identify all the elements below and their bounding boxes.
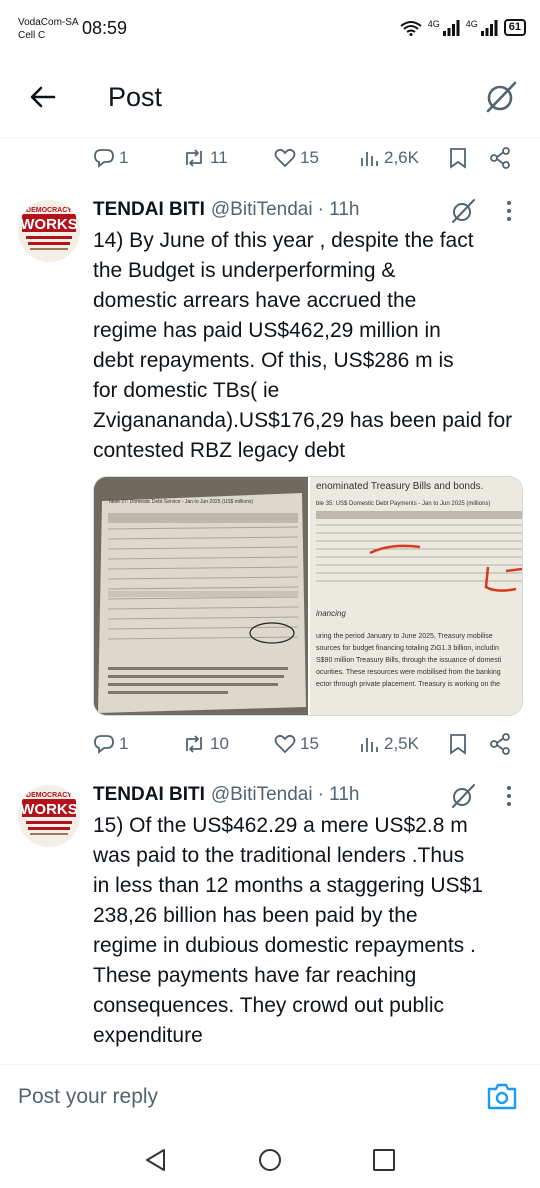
- media-photo-left[interactable]: Table 27: Domestic Debt Service - Jan to…: [94, 477, 308, 715]
- status-bar: VodaCom-SA Cell C 08:59 4G 4G 61: [0, 0, 540, 50]
- avatar[interactable]: DEMOCRACY WORKS: [18, 200, 80, 262]
- heart-icon: [274, 734, 296, 754]
- reply-icon: [94, 735, 114, 754]
- author-name[interactable]: TENDAI BITI: [93, 199, 205, 221]
- repost-icon: [186, 149, 202, 167]
- table-caption-right: ble 35: US$ Domestic Debt Payments - Jan…: [316, 501, 491, 507]
- view-count: 2,6K: [384, 148, 419, 167]
- camera-icon[interactable]: [486, 1081, 518, 1111]
- grok-icon[interactable]: [450, 198, 476, 224]
- reply-bar: Post your reply: [0, 1064, 540, 1132]
- tweet-header: TENDAI BITI @BitiTendai · 11h: [93, 781, 359, 809]
- network-type-1: 4G: [427, 19, 440, 29]
- tweet-text: 14) By June of this year , despite the f…: [93, 229, 513, 462]
- tweet-time: · 11h: [317, 199, 360, 220]
- tweet[interactable]: DEMOCRACY WORKS TENDAI BITI @BitiTendai …: [0, 196, 540, 756]
- bookmark-icon[interactable]: [449, 147, 467, 169]
- share-icon[interactable]: [489, 733, 511, 755]
- media-photo-right[interactable]: enominated Treasury Bills and bonds. ble…: [308, 477, 522, 715]
- reply-button[interactable]: 1: [93, 138, 128, 178]
- views-button[interactable]: 2,6K: [360, 138, 419, 178]
- repost-count: 10: [210, 734, 229, 753]
- repost-count: 11: [210, 148, 228, 167]
- like-button[interactable]: 15: [274, 138, 319, 178]
- bookmark-icon[interactable]: [449, 733, 467, 755]
- repost-button[interactable]: 10: [182, 724, 229, 764]
- svg-text:DEMOCRACY: DEMOCRACY: [26, 792, 72, 799]
- page-title: Post: [108, 82, 163, 112]
- like-count: 15: [300, 148, 319, 167]
- carrier-secondary: Cell C: [18, 30, 46, 41]
- signal-icon-1: [442, 19, 460, 36]
- back-arrow-icon[interactable]: [28, 82, 58, 112]
- reply-count: 1: [119, 148, 129, 167]
- avatar-logo: DEMOCRACY WORKS: [18, 200, 80, 262]
- nav-home-icon[interactable]: [256, 1146, 284, 1174]
- wifi-icon: [400, 20, 422, 36]
- reply-input[interactable]: Post your reply: [18, 1085, 158, 1109]
- reply-button[interactable]: 1: [93, 724, 128, 764]
- heart-icon: [274, 148, 296, 168]
- network-type-2: 4G: [465, 19, 478, 29]
- carrier-info: VodaCom-SA Cell C: [18, 16, 79, 42]
- tweet-time: · 11h: [317, 784, 360, 805]
- analytics-icon: [361, 738, 378, 752]
- grok-icon[interactable]: [484, 80, 518, 114]
- document-table-image: [316, 511, 522, 592]
- view-count: 2,5K: [384, 734, 419, 753]
- author-name[interactable]: TENDAI BITI: [93, 784, 205, 806]
- system-icons: 4G 4G 61: [400, 19, 526, 36]
- nav-recents-icon[interactable]: [370, 1146, 398, 1174]
- reply-count: 1: [119, 734, 129, 753]
- action-bar-top: 1 11 15 2,6K: [0, 138, 540, 178]
- clock: 08:59: [82, 18, 128, 38]
- doc-heading: enominated Treasury Bills and bonds.: [316, 481, 484, 492]
- carrier-primary: VodaCom-SA: [18, 17, 79, 28]
- tweet-text: 15) Of the US$462.29 a mere US$2.8 m was…: [93, 814, 483, 1047]
- table-caption-left: Table 27: Domestic Debt Service - Jan to…: [108, 499, 254, 505]
- views-button[interactable]: 2,5K: [360, 724, 419, 764]
- reply-icon: [94, 149, 114, 168]
- like-count: 15: [300, 734, 319, 753]
- more-options-icon[interactable]: [504, 200, 514, 222]
- battery-icon: 61: [503, 19, 526, 36]
- tweet-media[interactable]: Table 27: Domestic Debt Service - Jan to…: [93, 476, 523, 716]
- document-table-image: [94, 477, 308, 715]
- more-options-icon[interactable]: [504, 785, 514, 807]
- avatar-logo: DEMOCRACY WORKS: [18, 785, 80, 847]
- system-nav-bar: [0, 1132, 540, 1188]
- repost-icon: [186, 735, 202, 753]
- author-handle[interactable]: @BitiTendai: [211, 199, 313, 221]
- svg-text:WORKS: WORKS: [20, 216, 78, 233]
- action-bar: 1 10 15 2,5K: [0, 724, 540, 764]
- avatar[interactable]: DEMOCRACY WORKS: [18, 785, 80, 847]
- tweet[interactable]: DEMOCRACY WORKS TENDAI BITI @BitiTendai …: [0, 781, 540, 1056]
- nav-back-icon[interactable]: [142, 1146, 170, 1174]
- tweet-header: TENDAI BITI @BitiTendai · 11h: [93, 196, 359, 224]
- grok-icon[interactable]: [450, 783, 476, 809]
- analytics-icon: [361, 152, 378, 166]
- svg-text:WORKS: WORKS: [20, 801, 78, 818]
- like-button[interactable]: 15: [274, 724, 319, 764]
- repost-button[interactable]: 11: [182, 138, 228, 178]
- share-icon[interactable]: [489, 147, 511, 169]
- doc-paragraph: uring the period January to June 2025, T…: [316, 633, 502, 688]
- signal-icon-2: [480, 19, 498, 36]
- author-handle[interactable]: @BitiTendai: [211, 784, 313, 806]
- svg-text:DEMOCRACY: DEMOCRACY: [26, 207, 72, 214]
- post-header: Post: [0, 62, 540, 138]
- doc-section-title: inancing: [316, 609, 346, 618]
